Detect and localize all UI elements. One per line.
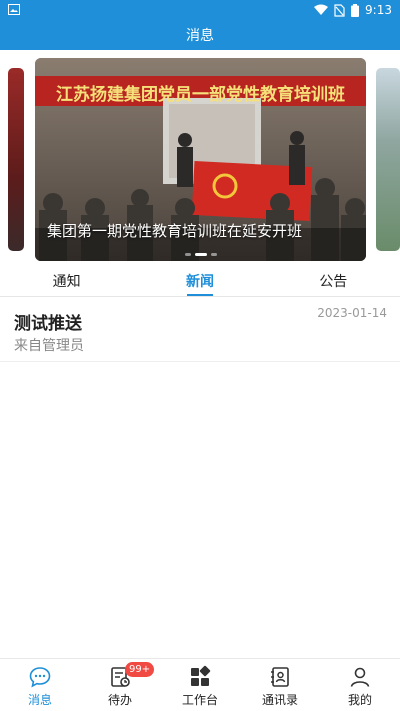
person-icon xyxy=(350,667,370,687)
status-bar: 9:13 xyxy=(0,0,400,20)
tab-news[interactable]: 新闻 xyxy=(133,265,266,296)
nav-contacts[interactable]: 通讯录 xyxy=(240,659,320,711)
carousel-dot-active xyxy=(194,253,207,256)
nav-profile[interactable]: 我的 xyxy=(320,659,400,711)
carousel-dot xyxy=(184,253,191,256)
status-time: 9:13 xyxy=(365,3,392,17)
carousel-banner-text: 江苏扬建集团党员一部党性教育培训班 xyxy=(56,85,345,105)
nav-messages[interactable]: 消息 xyxy=(0,659,80,711)
carousel-next-card[interactable] xyxy=(376,68,400,251)
news-source: 来自管理员 xyxy=(14,338,84,354)
tab-notice[interactable]: 通知 xyxy=(0,265,133,296)
carousel-indicator xyxy=(35,253,366,256)
carousel-caption: 集团第一期党性教育培训班在延安开班 xyxy=(47,222,303,240)
chat-bubble-icon xyxy=(29,667,51,688)
no-sim-icon xyxy=(334,3,345,17)
news-title: 测试推送 xyxy=(14,314,82,334)
nav-todo[interactable]: 待办 99+ xyxy=(80,659,160,711)
carousel-slide[interactable]: 江苏扬建集团党员一部党性教育培训班 集团第一期党性教育培训班在延安开班 xyxy=(35,58,366,261)
category-tabs: 通知 新闻 公告 xyxy=(0,265,400,297)
battery-icon xyxy=(351,3,360,17)
list-item[interactable]: 测试推送 来自管理员 2023-01-14 xyxy=(0,297,400,362)
gallery-icon xyxy=(8,4,20,15)
todo-count-badge: 99+ xyxy=(125,662,155,677)
page-title: 消息 xyxy=(186,28,214,44)
tab-announcement[interactable]: 公告 xyxy=(267,265,400,296)
app-bar: 消息 xyxy=(0,20,400,50)
contacts-icon xyxy=(271,667,289,687)
news-date: 2023-01-14 xyxy=(317,306,387,320)
carousel-prev-card[interactable] xyxy=(8,68,24,251)
news-carousel[interactable]: 江苏扬建集团党员一部党性教育培训班 集团第一期党性教育培训班在延安开班 xyxy=(0,50,400,265)
carousel-dot xyxy=(210,253,217,256)
wifi-icon xyxy=(314,4,329,15)
nav-workbench[interactable]: 工作台 xyxy=(160,659,240,711)
workbench-grid-icon xyxy=(191,665,211,686)
bottom-nav: 消息 待办 99+ 工作台 通讯录 我的 xyxy=(0,658,400,711)
